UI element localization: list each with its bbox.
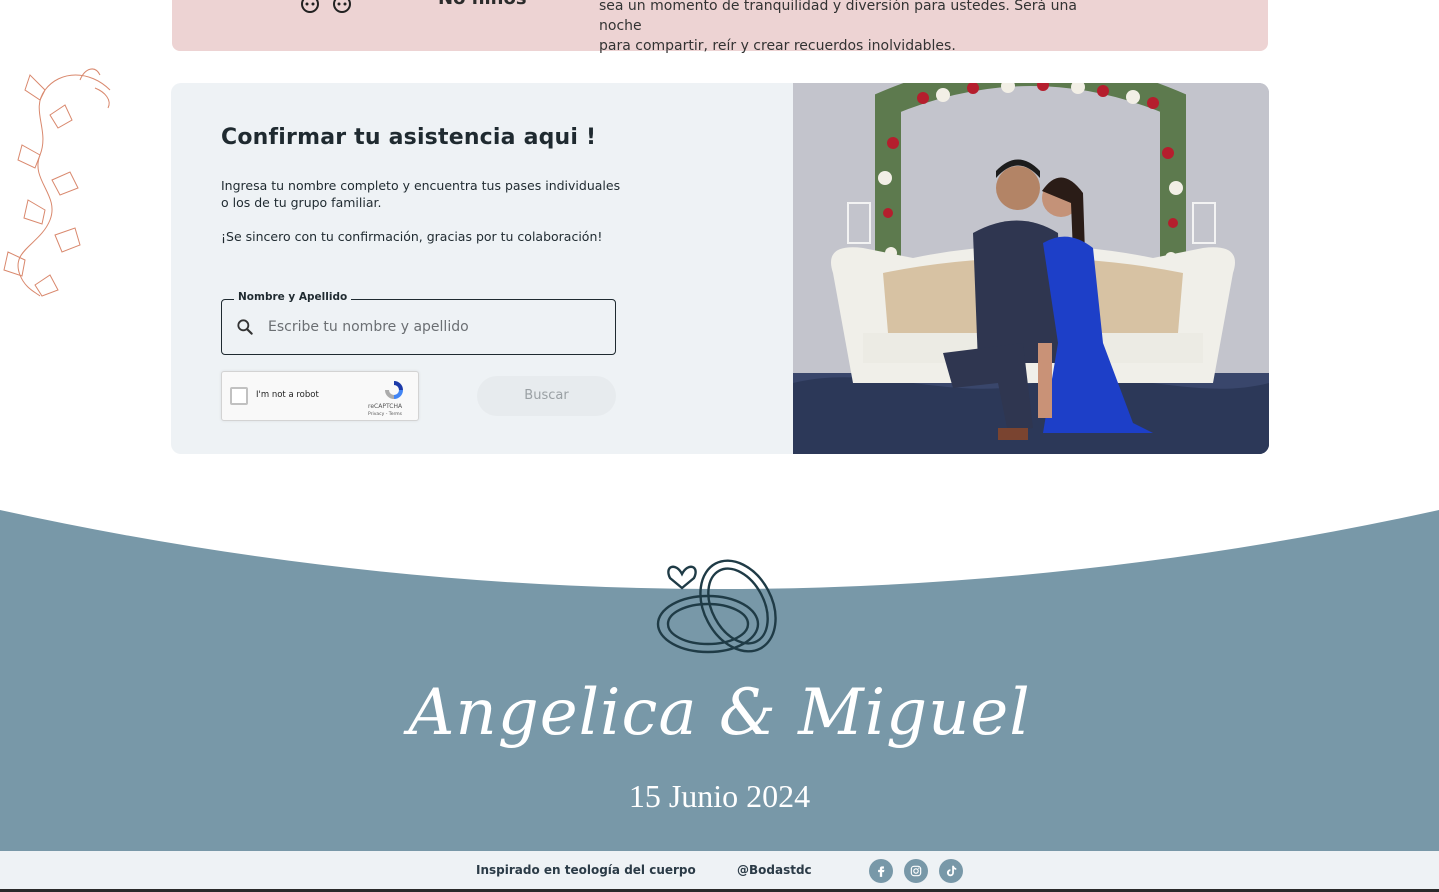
rsvp-sincerity-note: ¡Se sincero con tu confirmación, gracias… xyxy=(221,229,603,244)
facebook-icon[interactable] xyxy=(869,859,893,883)
couple-names: Angelica & Miguel xyxy=(408,676,1031,750)
page: No niños sea un momento de tranquilidad … xyxy=(0,0,1439,892)
rsvp-card: Confirmar tu asistencia aqui ! Ingresa t… xyxy=(171,83,1269,454)
tiktok-icon[interactable] xyxy=(939,859,963,883)
facebook-glyph-icon xyxy=(878,866,885,877)
floral-vine-decoration xyxy=(3,68,111,297)
recaptcha-label: I'm not a robot xyxy=(256,390,319,400)
search-icon xyxy=(237,319,253,335)
recaptcha-logo-icon xyxy=(385,381,403,399)
rsvp-title: Confirmar tu asistencia aqui ! xyxy=(221,125,597,150)
no-kids-icon xyxy=(301,0,351,13)
no-kids-notice: No niños sea un momento de tranquilidad … xyxy=(172,0,1268,54)
wedding-rings-icon xyxy=(656,559,777,654)
hero-footer: Angelica & Miguel 15 Junio 2024 xyxy=(0,508,1439,851)
footer-tagline: Inspirado en teología del cuerpo xyxy=(476,863,696,877)
name-field-label: Nombre y Apellido xyxy=(234,291,352,303)
recaptcha-terms-link[interactable]: Privacy - Terms xyxy=(368,412,402,417)
search-button[interactable]: Buscar xyxy=(477,376,616,416)
couple-photo xyxy=(793,83,1269,454)
recaptcha-brand: reCAPTCHA xyxy=(368,403,403,410)
description-line-2: para compartir, reír y crear recuerdos i… xyxy=(599,38,956,54)
instagram-glyph-icon xyxy=(910,865,922,877)
recaptcha-widget: I'm not a robot reCAPTCHA Privacy - Term… xyxy=(221,371,419,421)
rsvp-instructions: Ingresa tu nombre completo y encuentra t… xyxy=(221,178,621,210)
instagram-icon[interactable] xyxy=(904,859,928,883)
recaptcha-checkbox[interactable] xyxy=(230,387,248,405)
no-kids-title: No niños xyxy=(438,0,527,9)
footer-handle[interactable]: @Bodastdc xyxy=(737,863,812,877)
name-search-field[interactable]: Nombre y Apellido xyxy=(221,291,616,355)
no-kids-description: sea un momento de tranquilidad y diversi… xyxy=(599,0,1119,56)
bottom-bar: Inspirado en teología del cuerpo @Bodast… xyxy=(0,851,1439,889)
name-search-input[interactable] xyxy=(268,314,598,340)
wedding-date: 15 Junio 2024 xyxy=(628,778,811,814)
description-line-1: sea un momento de tranquilidad y diversi… xyxy=(599,0,1077,34)
tiktok-glyph-icon xyxy=(946,865,957,877)
